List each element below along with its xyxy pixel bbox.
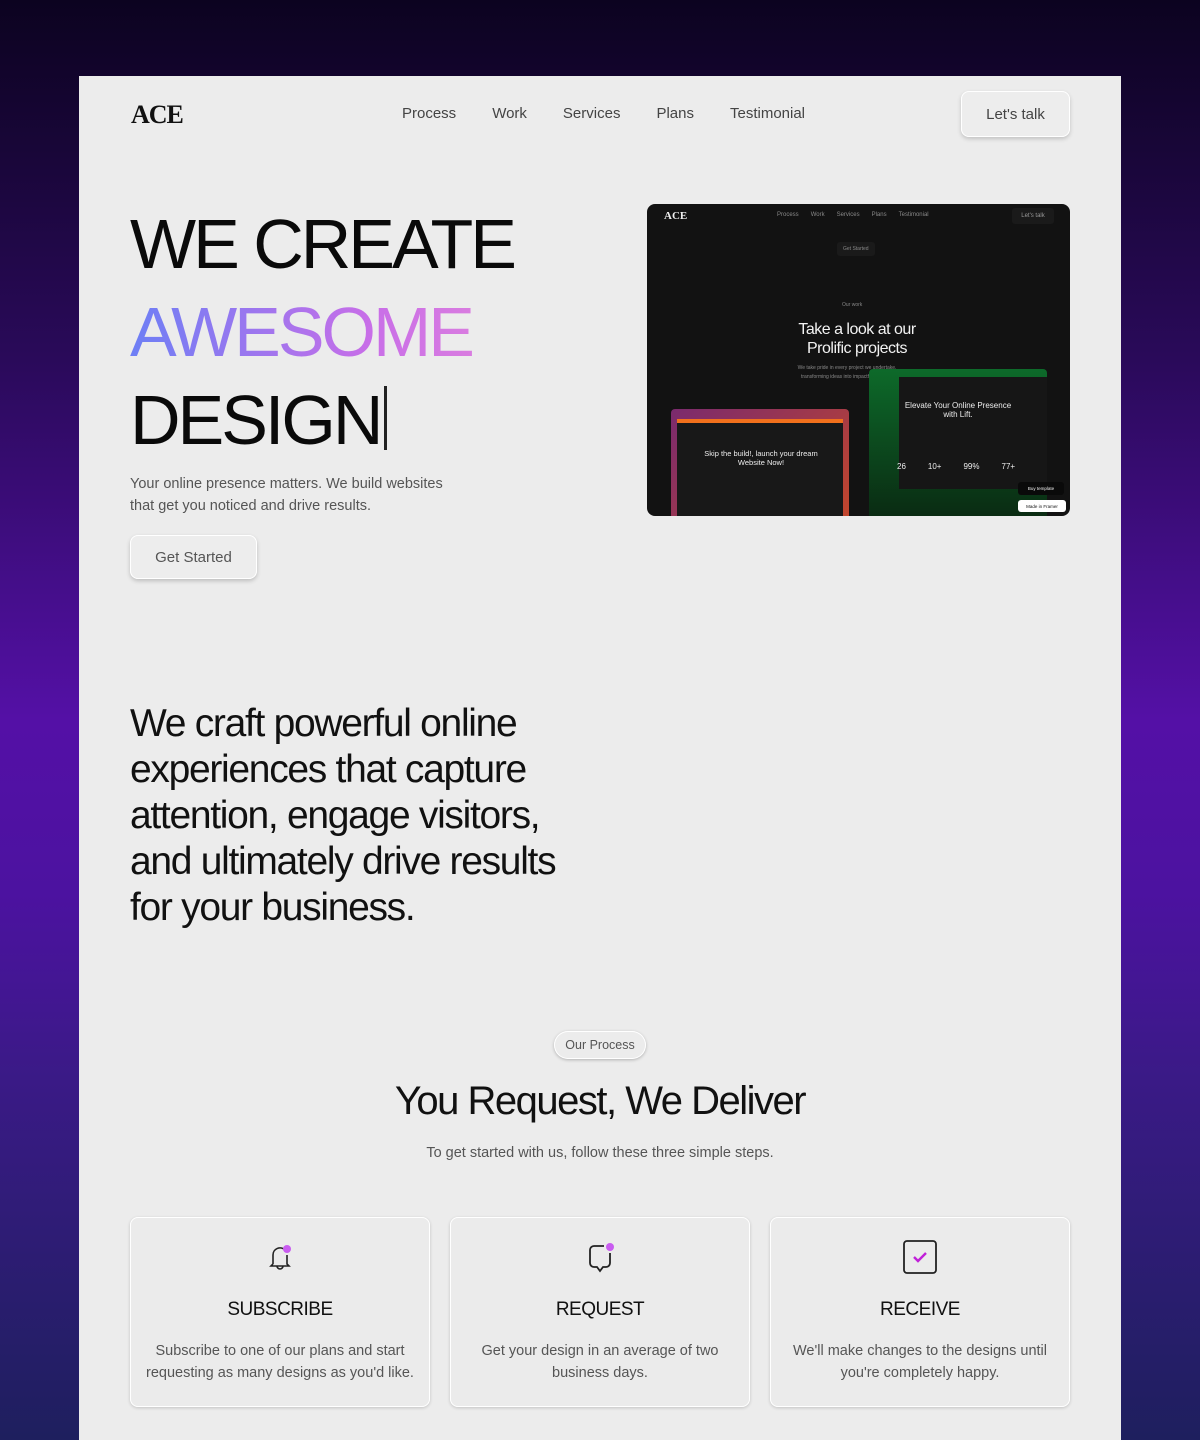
preview-nav-link: Process	[777, 212, 799, 218]
checkbox-icon	[903, 1240, 937, 1274]
lets-talk-button[interactable]: Let's talk	[961, 91, 1070, 137]
hero-line-1: WE CREATE	[130, 205, 517, 283]
nav-link-services[interactable]: Services	[563, 105, 621, 122]
preview-logo: ACE	[664, 210, 688, 222]
preview-buy-template: Buy template	[1018, 482, 1064, 495]
preview-cta: Let's talk	[1012, 208, 1054, 224]
chat-bubble-icon	[589, 1243, 614, 1273]
hero-subtitle: Your online presence matters. We build w…	[130, 476, 443, 514]
nav-link-testimonial[interactable]: Testimonial	[730, 105, 805, 122]
preview-card-2-title: Elevate Your Online Presence with Lift.	[904, 401, 1012, 419]
logo[interactable]: ACE	[131, 100, 184, 130]
preview-nav-link: Testimonial	[898, 212, 929, 218]
preview-stat: 26	[897, 462, 906, 471]
step-title: RECEIVE	[880, 1299, 960, 1320]
process-title: You Request, We Deliver	[394, 1079, 807, 1123]
preview-nav-link: Services	[836, 212, 860, 218]
preview-stat: 10+	[927, 462, 942, 471]
preview-stats: 26 10+ 99% 77+	[897, 462, 1015, 471]
template-preview-image: ACE Process Work Services Plans Testimon…	[647, 204, 1070, 516]
get-started-button[interactable]: Get Started	[130, 535, 257, 579]
step-title: REQUEST	[555, 1299, 645, 1320]
preview-stat: 77+	[1001, 462, 1016, 471]
step-title: SUBSCRIBE	[227, 1299, 333, 1320]
bell-icon	[269, 1245, 291, 1270]
step-card-subscribe: SUBSCRIBE Subscribe to one of our plans …	[130, 1217, 430, 1407]
landing-page: ACE Process Work Services Plans Testimon…	[79, 76, 1121, 1440]
step-desc: We'll make changes to the designs until …	[793, 1343, 1047, 1381]
text-cursor	[384, 386, 388, 450]
preview-nav-link: Work	[810, 212, 825, 218]
step-desc: Get your design in an average of two bus…	[481, 1343, 719, 1381]
process-steps: SUBSCRIBE Subscribe to one of our plans …	[130, 1217, 1070, 1407]
navbar: ACE Process Work Services Plans Testimon…	[79, 76, 1121, 152]
hero-title: WE CREATE AWESOME DESIGN	[130, 200, 517, 464]
preview-nav-link: Plans	[871, 212, 887, 218]
preview-get-started: Get Started	[837, 242, 875, 256]
hero-line-2: AWESOME	[130, 293, 475, 371]
preview-heading: Take a look at our Prolific projects	[798, 321, 916, 357]
preview-tag: Our work	[842, 302, 863, 308]
nav-link-work[interactable]: Work	[492, 105, 527, 122]
preview-nav: Process Work Services Plans Testimonial	[777, 212, 929, 218]
process-badge: Our Process	[554, 1031, 646, 1059]
nav-link-process[interactable]: Process	[402, 105, 456, 122]
step-card-request: REQUEST Get your design in an average of…	[450, 1217, 750, 1407]
preview-card-1-title: Skip the build!, launch your dream Websi…	[704, 449, 818, 467]
process-subtitle: To get started with us, follow these thr…	[426, 1145, 774, 1161]
about-statement: We craft powerful online experiences tha…	[130, 702, 557, 929]
hero-line-3: DESIGN	[130, 381, 383, 459]
step-desc: Subscribe to one of our plans and start …	[146, 1343, 414, 1381]
preview-made-in-framer: Made in Framer	[1018, 500, 1066, 512]
preview-stat: 99%	[963, 462, 980, 471]
preview-card-1: Skip the build!, launch your dream Websi…	[671, 409, 849, 516]
nav-link-plans[interactable]: Plans	[656, 105, 694, 122]
nav-links: Process Work Services Plans Testimonial	[402, 105, 805, 122]
step-card-receive: RECEIVE We'll make changes to the design…	[770, 1217, 1070, 1407]
